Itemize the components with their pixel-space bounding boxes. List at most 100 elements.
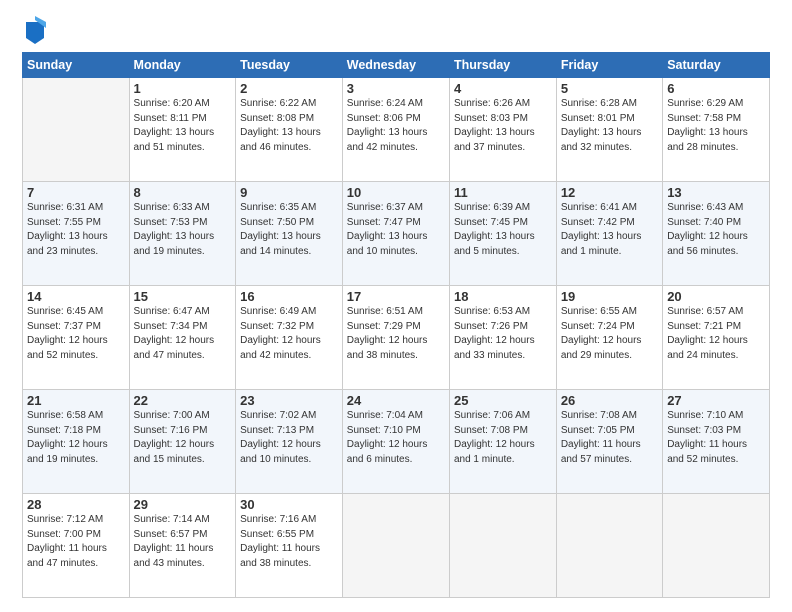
day-info: Sunrise: 6:41 AMSunset: 7:42 PMDaylight:… bbox=[561, 201, 658, 259]
calendar-cell: 10Sunrise: 6:37 AMSunset: 7:47 PMDayligh… bbox=[342, 182, 449, 286]
calendar-cell: 9Sunrise: 6:35 AMSunset: 7:50 PMDaylight… bbox=[236, 182, 343, 286]
day-info: Sunrise: 6:45 AMSunset: 7:37 PMDaylight:… bbox=[27, 305, 125, 363]
day-info: Sunrise: 7:02 AMSunset: 7:13 PMDaylight:… bbox=[240, 409, 338, 467]
day-number: 23 bbox=[240, 393, 338, 408]
day-info: Sunrise: 6:33 AMSunset: 7:53 PMDaylight:… bbox=[134, 201, 232, 259]
calendar-cell bbox=[449, 494, 556, 598]
day-number: 6 bbox=[667, 81, 765, 96]
calendar-cell bbox=[663, 494, 770, 598]
day-number: 26 bbox=[561, 393, 658, 408]
day-number: 22 bbox=[134, 393, 232, 408]
day-number: 11 bbox=[454, 185, 552, 200]
calendar-week-4: 21Sunrise: 6:58 AMSunset: 7:18 PMDayligh… bbox=[23, 390, 770, 494]
day-number: 3 bbox=[347, 81, 445, 96]
weekday-header-tuesday: Tuesday bbox=[236, 53, 343, 78]
day-info: Sunrise: 7:10 AMSunset: 7:03 PMDaylight:… bbox=[667, 409, 765, 467]
day-number: 16 bbox=[240, 289, 338, 304]
day-info: Sunrise: 6:28 AMSunset: 8:01 PMDaylight:… bbox=[561, 97, 658, 155]
calendar-week-2: 7Sunrise: 6:31 AMSunset: 7:55 PMDaylight… bbox=[23, 182, 770, 286]
day-number: 13 bbox=[667, 185, 765, 200]
logo-icon bbox=[24, 16, 46, 44]
day-info: Sunrise: 6:47 AMSunset: 7:34 PMDaylight:… bbox=[134, 305, 232, 363]
day-number: 17 bbox=[347, 289, 445, 304]
calendar-cell: 1Sunrise: 6:20 AMSunset: 8:11 PMDaylight… bbox=[129, 78, 236, 182]
weekday-header-thursday: Thursday bbox=[449, 53, 556, 78]
calendar-cell: 7Sunrise: 6:31 AMSunset: 7:55 PMDaylight… bbox=[23, 182, 130, 286]
calendar-cell: 18Sunrise: 6:53 AMSunset: 7:26 PMDayligh… bbox=[449, 286, 556, 390]
day-info: Sunrise: 6:43 AMSunset: 7:40 PMDaylight:… bbox=[667, 201, 765, 259]
calendar-cell: 8Sunrise: 6:33 AMSunset: 7:53 PMDaylight… bbox=[129, 182, 236, 286]
day-number: 5 bbox=[561, 81, 658, 96]
day-info: Sunrise: 6:57 AMSunset: 7:21 PMDaylight:… bbox=[667, 305, 765, 363]
calendar: SundayMondayTuesdayWednesdayThursdayFrid… bbox=[22, 52, 770, 598]
day-info: Sunrise: 7:08 AMSunset: 7:05 PMDaylight:… bbox=[561, 409, 658, 467]
day-info: Sunrise: 7:14 AMSunset: 6:57 PMDaylight:… bbox=[134, 513, 232, 571]
day-info: Sunrise: 7:04 AMSunset: 7:10 PMDaylight:… bbox=[347, 409, 445, 467]
calendar-cell bbox=[23, 78, 130, 182]
calendar-cell: 29Sunrise: 7:14 AMSunset: 6:57 PMDayligh… bbox=[129, 494, 236, 598]
day-info: Sunrise: 6:51 AMSunset: 7:29 PMDaylight:… bbox=[347, 305, 445, 363]
day-info: Sunrise: 6:22 AMSunset: 8:08 PMDaylight:… bbox=[240, 97, 338, 155]
day-number: 12 bbox=[561, 185, 658, 200]
day-number: 21 bbox=[27, 393, 125, 408]
calendar-cell: 5Sunrise: 6:28 AMSunset: 8:01 PMDaylight… bbox=[556, 78, 662, 182]
day-info: Sunrise: 6:31 AMSunset: 7:55 PMDaylight:… bbox=[27, 201, 125, 259]
weekday-header-sunday: Sunday bbox=[23, 53, 130, 78]
weekday-header-monday: Monday bbox=[129, 53, 236, 78]
day-number: 24 bbox=[347, 393, 445, 408]
calendar-week-1: 1Sunrise: 6:20 AMSunset: 8:11 PMDaylight… bbox=[23, 78, 770, 182]
calendar-cell: 24Sunrise: 7:04 AMSunset: 7:10 PMDayligh… bbox=[342, 390, 449, 494]
calendar-cell: 30Sunrise: 7:16 AMSunset: 6:55 PMDayligh… bbox=[236, 494, 343, 598]
day-number: 18 bbox=[454, 289, 552, 304]
day-info: Sunrise: 6:35 AMSunset: 7:50 PMDaylight:… bbox=[240, 201, 338, 259]
day-number: 8 bbox=[134, 185, 232, 200]
calendar-cell bbox=[556, 494, 662, 598]
day-info: Sunrise: 6:26 AMSunset: 8:03 PMDaylight:… bbox=[454, 97, 552, 155]
calendar-cell: 28Sunrise: 7:12 AMSunset: 7:00 PMDayligh… bbox=[23, 494, 130, 598]
day-info: Sunrise: 7:06 AMSunset: 7:08 PMDaylight:… bbox=[454, 409, 552, 467]
day-info: Sunrise: 6:39 AMSunset: 7:45 PMDaylight:… bbox=[454, 201, 552, 259]
calendar-cell: 22Sunrise: 7:00 AMSunset: 7:16 PMDayligh… bbox=[129, 390, 236, 494]
logo bbox=[22, 18, 46, 44]
calendar-cell: 16Sunrise: 6:49 AMSunset: 7:32 PMDayligh… bbox=[236, 286, 343, 390]
day-info: Sunrise: 7:00 AMSunset: 7:16 PMDaylight:… bbox=[134, 409, 232, 467]
day-number: 20 bbox=[667, 289, 765, 304]
calendar-cell: 3Sunrise: 6:24 AMSunset: 8:06 PMDaylight… bbox=[342, 78, 449, 182]
day-number: 7 bbox=[27, 185, 125, 200]
calendar-cell: 27Sunrise: 7:10 AMSunset: 7:03 PMDayligh… bbox=[663, 390, 770, 494]
day-number: 29 bbox=[134, 497, 232, 512]
calendar-cell: 17Sunrise: 6:51 AMSunset: 7:29 PMDayligh… bbox=[342, 286, 449, 390]
day-info: Sunrise: 6:53 AMSunset: 7:26 PMDaylight:… bbox=[454, 305, 552, 363]
calendar-cell: 20Sunrise: 6:57 AMSunset: 7:21 PMDayligh… bbox=[663, 286, 770, 390]
calendar-cell: 19Sunrise: 6:55 AMSunset: 7:24 PMDayligh… bbox=[556, 286, 662, 390]
day-number: 1 bbox=[134, 81, 232, 96]
day-number: 9 bbox=[240, 185, 338, 200]
day-number: 27 bbox=[667, 393, 765, 408]
calendar-cell bbox=[342, 494, 449, 598]
calendar-week-3: 14Sunrise: 6:45 AMSunset: 7:37 PMDayligh… bbox=[23, 286, 770, 390]
day-number: 28 bbox=[27, 497, 125, 512]
calendar-cell: 21Sunrise: 6:58 AMSunset: 7:18 PMDayligh… bbox=[23, 390, 130, 494]
calendar-cell: 25Sunrise: 7:06 AMSunset: 7:08 PMDayligh… bbox=[449, 390, 556, 494]
weekday-header-saturday: Saturday bbox=[663, 53, 770, 78]
page: SundayMondayTuesdayWednesdayThursdayFrid… bbox=[0, 0, 792, 612]
calendar-cell: 6Sunrise: 6:29 AMSunset: 7:58 PMDaylight… bbox=[663, 78, 770, 182]
header bbox=[22, 18, 770, 44]
day-number: 25 bbox=[454, 393, 552, 408]
day-number: 19 bbox=[561, 289, 658, 304]
calendar-cell: 15Sunrise: 6:47 AMSunset: 7:34 PMDayligh… bbox=[129, 286, 236, 390]
calendar-cell: 23Sunrise: 7:02 AMSunset: 7:13 PMDayligh… bbox=[236, 390, 343, 494]
day-info: Sunrise: 6:58 AMSunset: 7:18 PMDaylight:… bbox=[27, 409, 125, 467]
weekday-header-row: SundayMondayTuesdayWednesdayThursdayFrid… bbox=[23, 53, 770, 78]
day-info: Sunrise: 7:12 AMSunset: 7:00 PMDaylight:… bbox=[27, 513, 125, 571]
calendar-cell: 4Sunrise: 6:26 AMSunset: 8:03 PMDaylight… bbox=[449, 78, 556, 182]
weekday-header-wednesday: Wednesday bbox=[342, 53, 449, 78]
day-number: 14 bbox=[27, 289, 125, 304]
day-info: Sunrise: 6:24 AMSunset: 8:06 PMDaylight:… bbox=[347, 97, 445, 155]
calendar-cell: 2Sunrise: 6:22 AMSunset: 8:08 PMDaylight… bbox=[236, 78, 343, 182]
day-info: Sunrise: 6:29 AMSunset: 7:58 PMDaylight:… bbox=[667, 97, 765, 155]
day-info: Sunrise: 6:55 AMSunset: 7:24 PMDaylight:… bbox=[561, 305, 658, 363]
day-number: 2 bbox=[240, 81, 338, 96]
calendar-cell: 26Sunrise: 7:08 AMSunset: 7:05 PMDayligh… bbox=[556, 390, 662, 494]
calendar-week-5: 28Sunrise: 7:12 AMSunset: 7:00 PMDayligh… bbox=[23, 494, 770, 598]
